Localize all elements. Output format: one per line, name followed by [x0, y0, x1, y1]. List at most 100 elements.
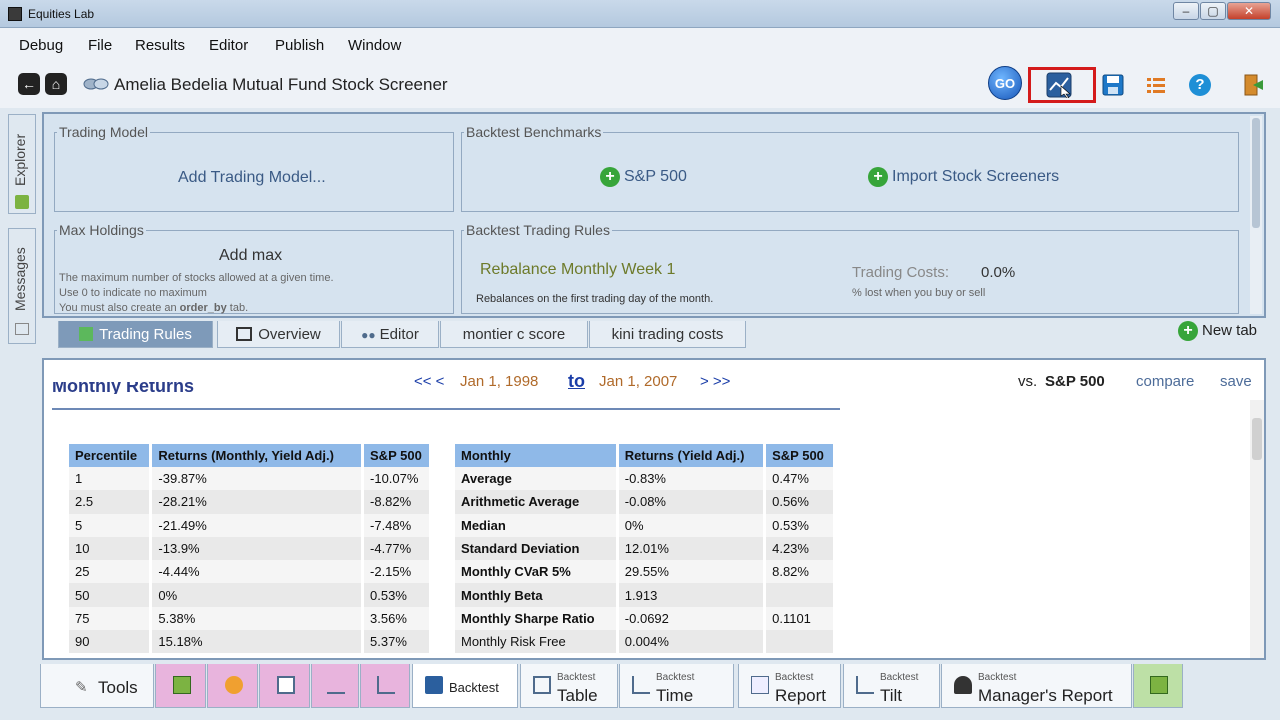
maximize-button[interactable]: ▢: [1200, 2, 1226, 20]
bottom-tab-scatter[interactable]: [360, 664, 410, 708]
chart-icon[interactable]: [1046, 72, 1072, 98]
go-button[interactable]: GO: [988, 66, 1022, 100]
table-cell: Monthly Beta: [455, 583, 619, 607]
menu-results[interactable]: Results: [135, 37, 185, 54]
table-cell: Monthly Risk Free: [455, 630, 619, 654]
max-holdings-group: Max Holdings Add max The maximum number …: [54, 222, 454, 314]
table-row: Monthly Sharpe Ratio -0.0692 0.1101: [455, 606, 836, 631]
table-cell: Arithmetic Average: [455, 490, 619, 514]
end-date[interactable]: Jan 1, 2007: [599, 373, 677, 390]
rebalance-rule[interactable]: Rebalance Monthly Week 1: [480, 261, 675, 279]
table-cell: -21.49%: [150, 513, 365, 537]
side-tab-messages[interactable]: Messages: [8, 228, 36, 344]
back-arrow-icon[interactable]: ←: [18, 73, 40, 95]
bottom-tab-backtest-report[interactable]: Backtest Report: [738, 664, 841, 708]
table-cell: 0.53%: [362, 583, 432, 607]
window-title: Equities Lab: [28, 7, 95, 21]
tab-montier-c-score[interactable]: montier c score: [440, 321, 588, 348]
close-button[interactable]: ✕: [1227, 2, 1271, 20]
menu-debug[interactable]: Debug: [19, 37, 63, 54]
table-cell: 3.56%: [362, 606, 432, 631]
bottom-tab-backtest[interactable]: Backtest: [412, 664, 518, 708]
table-cell: -0.0692: [617, 606, 767, 631]
table-icon: [236, 327, 253, 341]
date-forward-button[interactable]: > >>: [700, 373, 730, 390]
plus-icon: +: [1178, 321, 1198, 341]
wrench-icon: ✎: [75, 679, 88, 696]
settings-scrollbar[interactable]: [1250, 116, 1262, 314]
add-max-link[interactable]: Add max: [219, 247, 282, 265]
bottom-tab-backtest-time[interactable]: Backtest Time: [619, 664, 734, 708]
table-cell: -8.82%: [362, 490, 432, 514]
date-back-button[interactable]: << <: [414, 373, 444, 390]
manager-icon: [954, 676, 972, 694]
monthly-stats-table: Monthly Returns (Yield Adj.) S&P 500 Ave…: [455, 444, 836, 654]
new-tab-button[interactable]: + New tab: [1178, 321, 1257, 341]
tilt-label: Tilt: [880, 686, 903, 705]
time-chart-icon: [632, 676, 650, 694]
scroll-thumb[interactable]: [1252, 118, 1260, 228]
table-cell: 5.38%: [150, 606, 365, 631]
save-icon[interactable]: [1100, 72, 1126, 98]
tab-editor[interactable]: ●● Editor: [341, 321, 439, 348]
tab-editor-label: Editor: [379, 326, 419, 343]
bottom-tab-green[interactable]: [1133, 664, 1183, 708]
table-row: Arithmetic Average -0.08% 0.56%: [455, 490, 836, 514]
table-cell: [764, 630, 836, 654]
tab-trading-rules-label: Trading Rules: [99, 326, 192, 343]
bottom-tab-managers-report[interactable]: Backtest Manager's Report: [941, 664, 1132, 708]
table-cell: 1: [69, 467, 153, 491]
scatter-icon: [377, 676, 395, 694]
backtest-small-label: Backtest: [656, 672, 695, 683]
report-panel: << < Jan 1, 1998 to Jan 1, 2007 > >> vs.…: [42, 358, 1266, 660]
backtest-small-label: Backtest: [880, 672, 919, 683]
tab-kini-trading-costs[interactable]: kini trading costs: [589, 321, 746, 348]
trading-costs-value[interactable]: 0.0%: [981, 264, 1015, 281]
table-row: Monthly Risk Free 0.004%: [455, 630, 836, 654]
menu-editor[interactable]: Editor: [209, 37, 248, 54]
backtest-small-label: Backtest: [775, 672, 814, 683]
exit-icon[interactable]: [1240, 72, 1266, 98]
menu-file[interactable]: File: [88, 37, 112, 54]
page-title: Amelia Bedelia Mutual Fund Stock Screene…: [114, 75, 448, 94]
list-icon[interactable]: [1143, 72, 1169, 98]
mail-icon: [15, 323, 29, 335]
table-label: Table: [557, 686, 598, 705]
help-icon[interactable]: ?: [1189, 74, 1211, 96]
bottom-tab-backtest-table[interactable]: Backtest Table: [520, 664, 618, 708]
bottom-tab-tools[interactable]: ✎ Tools: [40, 664, 154, 708]
scroll-thumb[interactable]: [1252, 418, 1262, 460]
menu-window[interactable]: Window: [348, 37, 401, 54]
side-tab-explorer-label: Explorer: [12, 133, 28, 187]
import-stock-screeners[interactable]: + Import Stock Screeners: [868, 167, 1059, 187]
minimize-button[interactable]: –: [1173, 2, 1199, 20]
tab-overview[interactable]: Overview: [217, 321, 340, 348]
side-tab-explorer[interactable]: Explorer: [8, 114, 36, 214]
time-label: Time: [656, 686, 694, 705]
table-header: S&P 500: [362, 444, 432, 467]
trading-costs-label: Trading Costs:: [852, 264, 949, 281]
save-link[interactable]: save: [1220, 373, 1252, 390]
bottom-tab-screener[interactable]: [155, 664, 206, 708]
start-date[interactable]: Jan 1, 1998: [460, 373, 538, 390]
new-tab-label: New tab: [1202, 321, 1258, 339]
bottom-tab-grid[interactable]: [259, 664, 310, 708]
menu-publish[interactable]: Publish: [275, 37, 324, 54]
compare-link[interactable]: compare: [1136, 373, 1194, 390]
add-trading-model-link[interactable]: Add Trading Model...: [178, 169, 326, 187]
trading-costs-note: % lost when you buy or sell: [852, 287, 986, 299]
table-cell: Median: [455, 513, 619, 537]
table-cell: Average: [455, 467, 619, 491]
table-cell: 0.47%: [764, 467, 836, 491]
bottom-tab-backtest-tilt[interactable]: Backtest Tilt: [843, 664, 940, 708]
add-sp500-benchmark[interactable]: + S&P 500: [600, 167, 687, 187]
bottom-tab-pie[interactable]: [207, 664, 258, 708]
date-to-link[interactable]: to: [568, 371, 585, 392]
tab-trading-rules[interactable]: Trading Rules: [58, 321, 213, 348]
table-cell: -28.21%: [150, 490, 365, 514]
bar-chart-icon: [327, 676, 345, 694]
home-icon[interactable]: ⌂: [45, 73, 67, 95]
menu-bar: Debug File Results Editor Publish Window: [0, 28, 1280, 62]
report-scrollbar[interactable]: [1250, 400, 1264, 658]
bottom-tab-bars[interactable]: [311, 664, 359, 708]
